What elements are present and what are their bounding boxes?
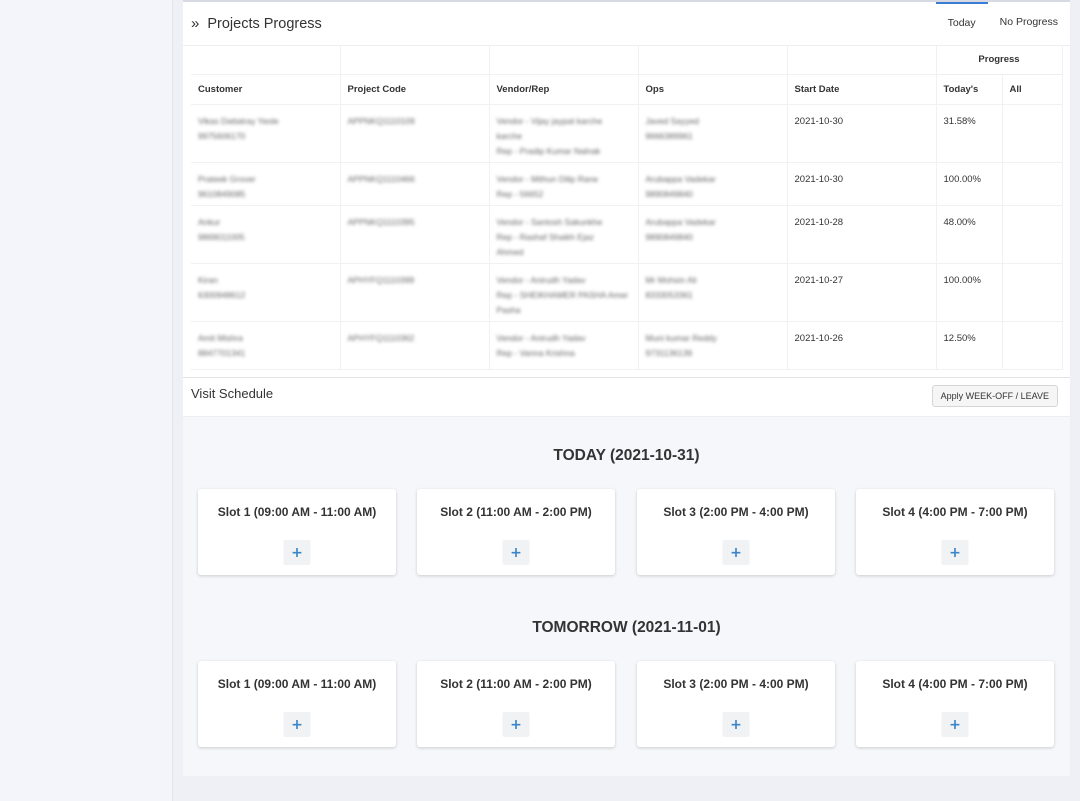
plus-icon[interactable]: + (502, 712, 530, 737)
slot-card: Slot 3 (2:00 PM - 4:00 PM) + (637, 661, 835, 747)
all-progress-cell (1002, 104, 1063, 163)
plus-icon[interactable]: + (283, 712, 311, 737)
all-progress-cell (1002, 205, 1063, 264)
todays-progress-cell: 12.50% (936, 321, 1003, 370)
slot-title: Slot 1 (09:00 AM - 11:00 AM) (217, 677, 377, 691)
slot-card: Slot 4 (4:00 PM - 7:00 PM) + (856, 489, 1054, 575)
todays-progress-cell: 100.00% (936, 162, 1003, 206)
column-header-all: All (1002, 74, 1063, 105)
customer-cell: Vikas Dattatray Yeole 9975606170 (191, 104, 341, 163)
visit-schedule-panel: Visit Schedule Apply WEEK-OFF / LEAVE TO… (183, 377, 1070, 776)
plus-icon[interactable]: + (502, 540, 530, 565)
all-progress-cell (1002, 162, 1063, 206)
start-date-cell: 2021-10-26 (787, 321, 937, 370)
table-row: Kiran 6300948612 APHYFQ1110399 Vendor - A… (191, 263, 1063, 322)
projects-panel-header: » Projects Progress Today No Progress (183, 2, 1070, 46)
start-date-cell: 2021-10-27 (787, 263, 937, 322)
project-code-cell: APHYFQ1110399 (340, 263, 490, 322)
slot-title: Slot 3 (2:00 PM - 4:00 PM) (663, 677, 809, 691)
slot-title: Slot 2 (11:00 AM - 2:00 PM) (440, 505, 592, 519)
table-row: Vikas Dattatray Yeole 9975606170 APPNKQ11… (191, 104, 1063, 163)
double-chevron-right-icon: » (191, 15, 200, 32)
sidebar (0, 0, 173, 801)
visit-schedule-header: Visit Schedule Apply WEEK-OFF / LEAVE (183, 378, 1070, 408)
column-header-progress: Progress (936, 46, 1063, 75)
table-row: Prateek Grover 9610849085 APPNKQ1110466 V… (191, 162, 1063, 206)
projects-progress-panel: » Projects Progress Today No Progress Pr… (183, 0, 1070, 377)
panel-title: » Projects Progress (183, 15, 322, 32)
column-header-start-date: Start Date (787, 74, 937, 105)
project-code-cell: APHYFQ1110362 (340, 321, 490, 370)
column-header-vendor-rep: Vendor/Rep (489, 74, 639, 105)
vendor-rep-cell: Vendor - Santosh Sakunkhe Rep - Rashaf Sh… (489, 205, 639, 264)
ops-cell: Muni kumar Reddy 9731136139 (638, 321, 788, 370)
slot-card: Slot 1 (09:00 AM - 11:00 AM) + (198, 661, 396, 747)
project-code-cell: APPNKQ1110395 (340, 205, 490, 264)
all-progress-cell (1002, 321, 1063, 370)
all-progress-cell (1002, 263, 1063, 322)
tomorrow-slots: Slot 1 (09:00 AM - 11:00 AM) + Slot 2 (1… (198, 661, 1055, 747)
slot-title: Slot 4 (4:00 PM - 7:00 PM) (882, 505, 1028, 519)
column-header-ops: Ops (638, 74, 788, 105)
ops-cell: Mr Mohsin Ali 8333053361 (638, 263, 788, 322)
start-date-cell: 2021-10-30 (787, 162, 937, 206)
ops-cell: Javed Sayyed 9666389961 (638, 104, 788, 163)
todays-progress-cell: 48.00% (936, 205, 1003, 264)
vendor-rep-cell: Vendor - Anirudh Yadav Rep - Vanna Krishn… (489, 321, 639, 370)
column-header-customer: Customer (191, 74, 341, 105)
ops-cell: Arubappa Vadekar 9890849840 (638, 162, 788, 206)
plus-icon[interactable]: + (941, 540, 969, 565)
plus-icon[interactable]: + (941, 712, 969, 737)
slot-card: Slot 4 (4:00 PM - 7:00 PM) + (856, 661, 1054, 747)
day-heading-tomorrow: TOMORROW (2021-11-01) (532, 619, 721, 636)
tab-no-progress[interactable]: No Progress (988, 2, 1070, 42)
column-header-todays: Today's (936, 74, 1003, 105)
project-code-cell: APPNKQ1110466 (340, 162, 490, 206)
plus-icon[interactable]: + (722, 712, 750, 737)
start-date-cell: 2021-10-28 (787, 205, 937, 264)
visit-schedule-body: TODAY (2021-10-31) Slot 1 (09:00 AM - 11… (183, 416, 1070, 776)
todays-progress-cell: 100.00% (936, 263, 1003, 322)
column-header-project-code: Project Code (340, 74, 490, 105)
projects-table: Progress Customer Project Code Vendor/Re… (191, 46, 1063, 370)
vendor-rep-cell: Vendor - Mithun Dilip Rane Rep - 56652 (489, 162, 639, 206)
slot-card: Slot 2 (11:00 AM - 2:00 PM) + (417, 661, 615, 747)
main-content: » Projects Progress Today No Progress Pr… (183, 0, 1070, 776)
today-slots: Slot 1 (09:00 AM - 11:00 AM) + Slot 2 (1… (198, 489, 1055, 575)
start-date-cell: 2021-10-30 (787, 104, 937, 163)
visit-schedule-title: Visit Schedule (191, 385, 274, 401)
project-code-cell: APPNKQ1110109 (340, 104, 490, 163)
plus-icon[interactable]: + (283, 540, 311, 565)
slot-title: Slot 1 (09:00 AM - 11:00 AM) (217, 505, 377, 519)
slot-title: Slot 4 (4:00 PM - 7:00 PM) (882, 677, 1028, 691)
customer-cell: Ankur 9869011005 (191, 205, 341, 264)
customer-cell: Prateek Grover 9610849085 (191, 162, 341, 206)
vendor-rep-cell: Vendor - Anirudh Yadav Rep - SHEIKHAMER P… (489, 263, 639, 322)
vendor-rep-cell: Vendor - Vijay jaypat karche karche Rep - … (489, 104, 639, 163)
slot-card: Slot 1 (09:00 AM - 11:00 AM) + (198, 489, 396, 575)
ops-cell: Arubappa Vadekar 9890849840 (638, 205, 788, 264)
slot-card: Slot 3 (2:00 PM - 4:00 PM) + (637, 489, 835, 575)
slot-title: Slot 2 (11:00 AM - 2:00 PM) (440, 677, 592, 691)
customer-cell: Amit Mishra 8847701341 (191, 321, 341, 370)
customer-cell: Kiran 6300948612 (191, 263, 341, 322)
table-row: Amit Mishra 8847701341 APHYFQ1110362 Vend… (191, 321, 1063, 370)
todays-progress-cell: 31.58% (936, 104, 1003, 163)
apply-weekoff-leave-button[interactable]: Apply WEEK-OFF / LEAVE (931, 385, 1058, 407)
table-row: Ankur 9869011005 APPNKQ1110395 Vendor - S… (191, 205, 1063, 264)
tab-today[interactable]: Today (935, 2, 988, 42)
progress-tabs: Today No Progress (935, 2, 1070, 46)
plus-icon[interactable]: + (722, 540, 750, 565)
day-heading-today: TODAY (2021-10-31) (553, 447, 700, 464)
slot-card: Slot 2 (11:00 AM - 2:00 PM) + (417, 489, 615, 575)
projects-title: Projects Progress (207, 15, 322, 32)
slot-title: Slot 3 (2:00 PM - 4:00 PM) (663, 505, 809, 519)
